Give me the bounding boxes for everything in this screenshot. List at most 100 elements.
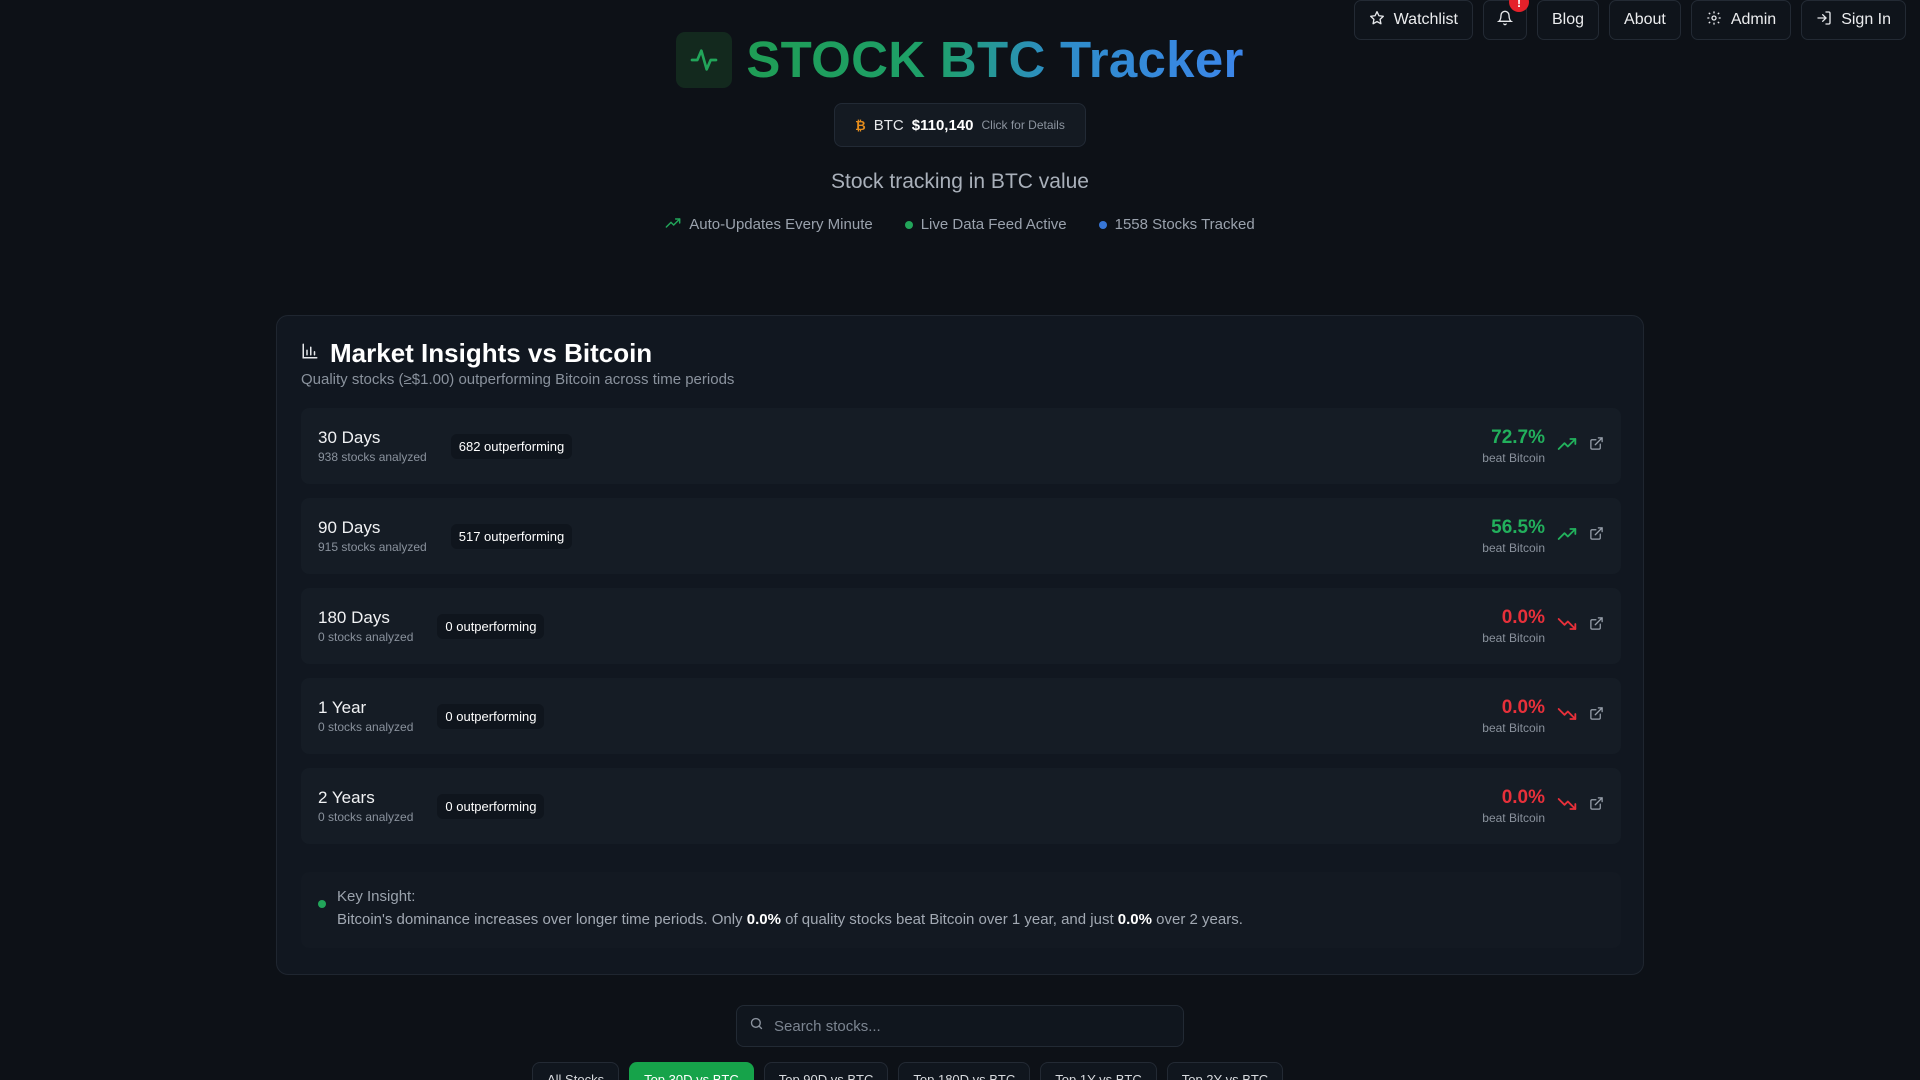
sign-in-label: Sign In <box>1841 11 1891 28</box>
bar-chart-icon <box>301 342 319 365</box>
outperforming-badge: 0 outperforming <box>437 613 545 639</box>
period-row-180-days[interactable]: 180 Days 0 stocks analyzed 0 outperformi… <box>301 588 1621 664</box>
tab-top-180d[interactable]: Top 180D vs BTC <box>898 1062 1031 1080</box>
period-name: 30 Days <box>318 428 381 447</box>
pct-block: 72.7% beat Bitcoin <box>1482 427 1545 465</box>
trending-up-icon <box>665 216 681 233</box>
search-icon <box>749 1016 764 1036</box>
watchlist-label: Watchlist <box>1393 11 1458 28</box>
status-auto-updates: Auto-Updates Every Minute <box>665 216 873 233</box>
beat-percentage: 56.5% <box>1491 517 1545 538</box>
period-name: 90 Days <box>318 518 381 537</box>
key-insight-text-2: of quality stocks beat Bitcoin over 1 ye… <box>780 911 1118 928</box>
tab-label: All Stocks <box>547 1071 605 1080</box>
period-info: 1 Year 0 stocks analyzed <box>318 698 413 734</box>
external-link-icon[interactable] <box>1589 436 1604 456</box>
tab-top-1y[interactable]: Top 1Y vs BTC <box>1040 1062 1157 1080</box>
status-row: Auto-Updates Every Minute Live Data Feed… <box>0 216 1920 233</box>
trending-down-icon <box>1557 797 1577 816</box>
tab-top-90d[interactable]: Top 90D vs BTC <box>763 1062 889 1080</box>
period-row-1-year[interactable]: 1 Year 0 stocks analyzed 0 outperforming… <box>301 678 1621 754</box>
key-insight-title: Key Insight: <box>337 888 416 905</box>
status-text: Live Data Feed Active <box>920 216 1067 233</box>
period-stats: 0.0% beat Bitcoin <box>1482 787 1604 825</box>
page-subtitle: Stock tracking in BTC value <box>831 170 1089 193</box>
bell-icon <box>1496 10 1514 31</box>
btc-details-hint: Click for Details <box>981 118 1065 132</box>
tab-label: Top 90D vs BTC <box>778 1071 874 1080</box>
status-text: Auto-Updates Every Minute <box>689 216 873 233</box>
filter-tabs: All Stocks Top 30D vs BTC Top 90D vs BTC… <box>532 1062 1284 1080</box>
period-row-2-years[interactable]: 2 Years 0 stocks analyzed 0 outperformin… <box>301 768 1621 844</box>
btc-label: BTC <box>873 116 904 134</box>
outperforming-badge: 0 outperforming <box>437 703 545 729</box>
status-stocks-tracked: 1558 Stocks Tracked <box>1098 216 1255 233</box>
tab-all-stocks[interactable]: All Stocks <box>532 1062 620 1080</box>
live-dot <box>904 220 913 229</box>
insights-title-row: Market Insights vs Bitcoin <box>301 338 734 369</box>
market-insights-card: Market Insights vs Bitcoin Quality stock… <box>276 315 1644 975</box>
outperforming-badge: 517 outperforming <box>450 523 573 549</box>
outperforming-badge: 0 outperforming <box>437 793 545 819</box>
pct-block: 0.0% beat Bitcoin <box>1482 787 1545 825</box>
pct-block: 0.0% beat Bitcoin <box>1482 607 1545 645</box>
period-analyzed: 0 stocks analyzed <box>318 630 414 644</box>
page-header: STOCK BTC Tracker ₿ BTC $110,140 Click f… <box>0 30 1920 233</box>
tab-label: Top 2Y vs BTC <box>1181 1071 1269 1080</box>
sign-in-icon <box>1816 10 1832 31</box>
key-insight-text-1: Bitcoin's dominance increases over longe… <box>337 911 747 928</box>
external-link-icon[interactable] <box>1589 796 1604 816</box>
title-row: STOCK BTC Tracker <box>0 30 1920 89</box>
beat-label: beat Bitcoin <box>1482 631 1545 645</box>
period-info: 2 Years 0 stocks analyzed <box>318 788 413 824</box>
search-input[interactable] <box>774 1017 1183 1035</box>
key-insight-text-3: over 2 years. <box>1152 911 1243 928</box>
external-link-icon[interactable] <box>1589 706 1604 726</box>
tab-top-2y[interactable]: Top 2Y vs BTC <box>1166 1062 1284 1080</box>
period-analyzed: 938 stocks analyzed <box>318 450 427 464</box>
beat-label: beat Bitcoin <box>1482 811 1545 825</box>
period-analyzed: 0 stocks analyzed <box>318 720 414 734</box>
key-insight-value-2y: 0.0% <box>1117 911 1152 928</box>
tab-top-30d[interactable]: Top 30D vs BTC <box>629 1062 754 1080</box>
beat-label: beat Bitcoin <box>1482 451 1545 465</box>
insights-header: Market Insights vs Bitcoin Quality stock… <box>301 338 734 388</box>
period-info: 180 Days 0 stocks analyzed <box>318 608 413 644</box>
trending-up-icon <box>1557 437 1577 456</box>
period-name: 180 Days <box>318 608 390 627</box>
btc-price-button[interactable]: ₿ BTC $110,140 Click for Details <box>834 103 1086 147</box>
bitcoin-icon: ₿ <box>855 117 866 133</box>
period-analyzed: 915 stocks analyzed <box>318 540 427 554</box>
status-live-feed: Live Data Feed Active <box>904 216 1067 233</box>
admin-label: Admin <box>1730 11 1777 28</box>
beat-label: beat Bitcoin <box>1482 721 1545 735</box>
about-label: About <box>1624 11 1666 28</box>
insights-title: Market Insights vs Bitcoin <box>330 338 653 368</box>
period-name: 2 Years <box>318 788 375 807</box>
tab-label: Top 180D vs BTC <box>913 1071 1016 1080</box>
btc-price: $110,140 <box>911 116 974 134</box>
tracked-dot <box>1098 220 1107 229</box>
insights-subtitle: Quality stocks (≥$1.00) outperforming Bi… <box>301 371 735 388</box>
blog-label: Blog <box>1551 11 1585 28</box>
insight-dot <box>318 900 326 908</box>
key-insight-box: Key Insight: Bitcoin's dominance increas… <box>301 872 1621 948</box>
beat-percentage: 72.7% <box>1491 427 1545 448</box>
trending-down-icon <box>1557 617 1577 636</box>
beat-percentage: 0.0% <box>1501 697 1545 718</box>
tab-label: Top 30D vs BTC <box>644 1071 739 1080</box>
beat-label: beat Bitcoin <box>1482 541 1545 555</box>
period-info: 90 Days 915 stocks analyzed <box>318 518 427 554</box>
period-info: 30 Days 938 stocks analyzed <box>318 428 427 464</box>
gear-icon <box>1706 10 1722 31</box>
period-row-30-days[interactable]: 30 Days 938 stocks analyzed 682 outperfo… <box>301 408 1621 484</box>
trending-up-icon <box>1557 527 1577 546</box>
external-link-icon[interactable] <box>1589 616 1604 636</box>
key-insight-value-1y: 0.0% <box>746 911 781 928</box>
pct-block: 56.5% beat Bitcoin <box>1482 517 1545 555</box>
status-text: 1558 Stocks Tracked <box>1114 216 1255 233</box>
period-stats: 0.0% beat Bitcoin <box>1482 607 1604 645</box>
period-stats: 72.7% beat Bitcoin <box>1482 427 1604 465</box>
period-row-90-days[interactable]: 90 Days 915 stocks analyzed 517 outperfo… <box>301 498 1621 574</box>
external-link-icon[interactable] <box>1589 526 1604 546</box>
